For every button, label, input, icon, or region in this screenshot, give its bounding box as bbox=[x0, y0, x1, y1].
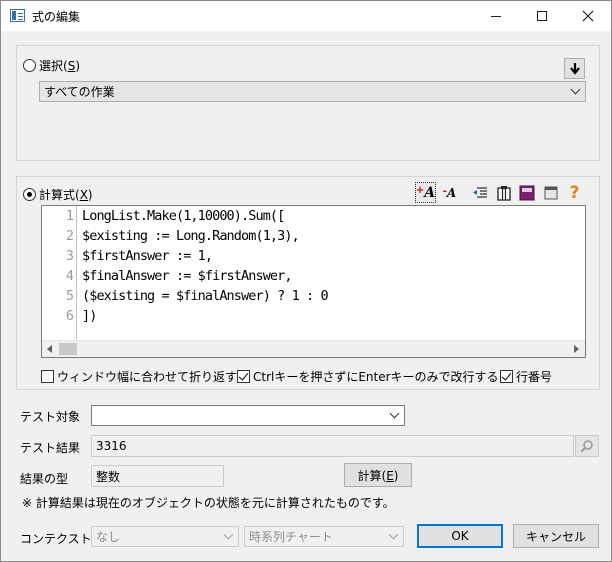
select-radio-label: 選択(S) bbox=[39, 59, 80, 73]
wrap-checkbox[interactable] bbox=[41, 370, 54, 383]
formula-radio-label: 計算式(X) bbox=[39, 188, 93, 202]
function-book-button[interactable] bbox=[516, 182, 537, 203]
line-number: 5 bbox=[65, 288, 74, 304]
compute-button[interactable]: 計算(E) bbox=[344, 463, 412, 487]
code-line: ($existing = $finalAnswer) ? 1 : 0 bbox=[82, 288, 329, 304]
context-combo-2[interactable]: 時系列チャート bbox=[244, 526, 404, 547]
chevron-down-icon bbox=[223, 529, 234, 540]
context-combo-1[interactable]: なし bbox=[91, 526, 239, 547]
window-icon bbox=[544, 186, 557, 199]
scroll-right-icon[interactable] bbox=[574, 345, 579, 353]
result-type-label: 結果の型 bbox=[20, 472, 69, 486]
chevron-down-icon bbox=[570, 84, 581, 95]
help-button[interactable]: ? bbox=[564, 182, 585, 203]
line-number: 4 bbox=[65, 268, 74, 284]
book-icon bbox=[519, 185, 534, 200]
download-button[interactable] bbox=[564, 58, 585, 79]
scroll-left-icon[interactable] bbox=[47, 345, 52, 353]
context-label: コンテクスト bbox=[20, 532, 92, 546]
gutter-divider bbox=[76, 206, 77, 339]
line-numbers-option[interactable]: 行番号 bbox=[500, 368, 552, 385]
select-group: 選択(S) すべての作業 bbox=[16, 45, 600, 161]
decrease-font-button[interactable]: -A bbox=[439, 182, 460, 203]
compute-button-label: 計算(E) bbox=[357, 468, 399, 483]
minimize-icon bbox=[491, 15, 501, 17]
code-line: $existing := Long.Random(1,3), bbox=[82, 228, 300, 244]
indent-icon bbox=[472, 186, 487, 198]
result-type-value: 整数 bbox=[96, 469, 121, 484]
increase-font-button[interactable]: +A bbox=[415, 182, 436, 203]
work-combo-value: すべての作業 bbox=[44, 85, 115, 99]
line-number: 3 bbox=[65, 248, 74, 264]
ctrl-enter-option[interactable]: Ctrlキーを押さずにEnterキーのみで改行する bbox=[237, 368, 499, 385]
title-bar: 式の編集 bbox=[1, 1, 611, 31]
down-arrow-icon bbox=[569, 63, 580, 75]
window-button[interactable] bbox=[540, 182, 561, 203]
line-number: 1 bbox=[65, 208, 74, 224]
maximize-button[interactable] bbox=[519, 1, 565, 31]
ctrl-enter-label: Ctrlキーを押さずにEnterキーのみで改行する bbox=[253, 370, 499, 384]
line-numbers-checkbox[interactable] bbox=[500, 370, 513, 383]
scroll-thumb[interactable] bbox=[59, 343, 77, 355]
ok-button[interactable]: OK bbox=[417, 524, 503, 548]
close-icon bbox=[582, 10, 594, 22]
context-combo-2-value: 時系列チャート bbox=[249, 530, 333, 544]
formula-radio[interactable]: 計算式(X) bbox=[23, 186, 93, 203]
column-button[interactable] bbox=[493, 182, 514, 203]
code-line: ]) bbox=[82, 308, 97, 324]
search-button[interactable] bbox=[575, 435, 599, 457]
test-result-field: 3316 bbox=[91, 435, 574, 457]
test-target-label: テスト対象 bbox=[20, 410, 81, 424]
window-title: 式の編集 bbox=[32, 10, 81, 24]
increase-font-icon: +A bbox=[415, 184, 436, 201]
result-type-field: 整数 bbox=[91, 465, 224, 487]
column-icon bbox=[496, 185, 511, 201]
wrap-option[interactable]: ウィンドウ幅に合わせて折り返す bbox=[41, 368, 237, 385]
line-number: 6 bbox=[65, 308, 74, 324]
work-combo[interactable]: すべての作業 bbox=[39, 81, 586, 102]
line-number: 2 bbox=[65, 228, 74, 244]
test-target-combo[interactable] bbox=[91, 405, 405, 426]
code-line: $firstAnswer := 1, bbox=[82, 248, 213, 264]
close-button[interactable] bbox=[565, 1, 611, 31]
indent-button[interactable] bbox=[469, 182, 490, 203]
formula-editor[interactable]: 1 2 3 4 5 6 LongList.Make(1,10000).Sum([… bbox=[41, 205, 586, 358]
formula-radio-circle[interactable] bbox=[23, 188, 36, 201]
chevron-down-icon bbox=[388, 529, 399, 540]
select-radio-circle[interactable] bbox=[23, 59, 36, 72]
line-numbers-label: 行番号 bbox=[516, 370, 553, 384]
test-result-value: 3316 bbox=[96, 439, 127, 453]
select-radio[interactable]: 選択(S) bbox=[23, 57, 80, 74]
code-line: LongList.Make(1,10000).Sum([ bbox=[82, 208, 285, 224]
horizontal-scrollbar[interactable] bbox=[42, 340, 585, 357]
chevron-down-icon bbox=[389, 408, 400, 419]
context-combo-1-value: なし bbox=[96, 530, 121, 544]
edit-formula-dialog: 式の編集 選択(S) すべての作業 計算式(X) +A -A ? 1 2 3 4… bbox=[0, 0, 612, 562]
maximize-icon bbox=[537, 11, 547, 21]
wrap-label: ウィンドウ幅に合わせて折り返す bbox=[57, 370, 238, 384]
search-icon bbox=[580, 440, 593, 453]
minimize-button[interactable] bbox=[473, 1, 519, 31]
ctrl-enter-checkbox[interactable] bbox=[237, 370, 250, 383]
line-number-gutter: 1 2 3 4 5 6 bbox=[42, 206, 78, 339]
app-icon bbox=[10, 9, 25, 22]
cancel-button[interactable]: キャンセル bbox=[513, 524, 599, 548]
decrease-font-icon: -A bbox=[442, 185, 457, 200]
test-result-label: テスト結果 bbox=[20, 441, 81, 455]
note-text: ※ 計算結果は現在のオブジェクトの状態を元に計算されたものです。 bbox=[22, 496, 395, 510]
code-line: $finalAnswer := $firstAnswer, bbox=[82, 268, 293, 284]
help-icon: ? bbox=[569, 182, 580, 203]
